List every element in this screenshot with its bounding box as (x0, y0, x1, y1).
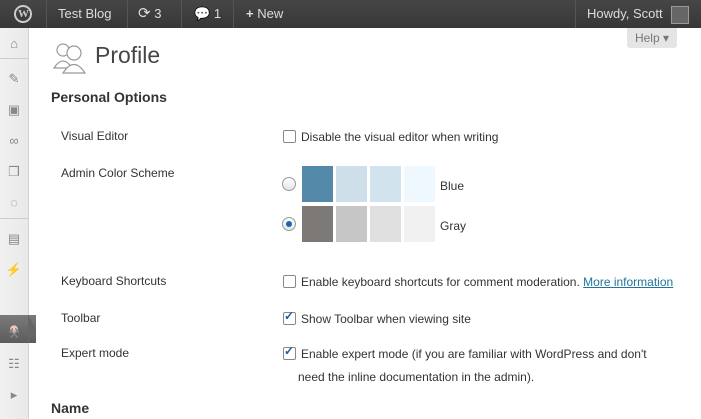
appearance-icon[interactable]: ▤ (5, 230, 23, 248)
keyboard-shortcuts-label: Keyboard Shortcuts (61, 274, 167, 288)
toolbar-divider (233, 0, 234, 28)
show-toolbar-checkbox[interactable] (283, 309, 296, 325)
blue-swatch-3 (370, 166, 401, 202)
avatar[interactable] (671, 6, 689, 24)
admin-toolbar: Test Blog ⟳ 3 💬 1 + New Howdy, Scott (0, 0, 701, 28)
menu-separator (0, 218, 28, 219)
comments-count: 1 (213, 6, 222, 21)
new-content-link[interactable]: + New (246, 0, 283, 28)
keyboard-shortcuts-text: Enable keyboard shortcuts for comment mo… (301, 275, 580, 289)
my-account-link[interactable]: Howdy, Scott (587, 0, 663, 28)
plugins-icon[interactable]: ⚡ (5, 261, 23, 279)
keyboard-shortcuts-checkbox[interactable] (283, 275, 296, 288)
blue-swatch-4 (404, 166, 435, 202)
visual-editor-option[interactable]: Disable the visual editor when writing (283, 130, 498, 144)
more-information-link[interactable]: More information (583, 275, 673, 289)
toolbar-divider (181, 0, 182, 28)
expert-mode-text-line1: Enable expert mode (if you are familiar … (301, 347, 647, 361)
expert-mode-label: Expert mode (61, 346, 130, 360)
media-icon[interactable]: ▣ (5, 101, 23, 119)
settings-icon[interactable]: ☷ (5, 355, 23, 373)
blue-swatch-2 (336, 166, 367, 202)
updates-icon: ⟳ (138, 5, 151, 22)
page-title: Profile (95, 42, 161, 68)
toolbar-option[interactable]: Show Toolbar when viewing site (283, 309, 471, 326)
updates-count: 3 (154, 6, 162, 21)
updates-link[interactable]: ⟳ 3 (138, 0, 161, 28)
disable-visual-editor-text: Disable the visual editor when writing (301, 130, 499, 144)
comments-link[interactable]: 💬 1 (194, 0, 221, 28)
name-section-heading: Name (51, 400, 90, 416)
visual-editor-label: Visual Editor (61, 129, 129, 143)
expert-mode-text-line2: need the inline documentation in the adm… (298, 370, 535, 384)
color-scheme-blue-radio[interactable] (282, 177, 296, 191)
gray-swatch-2 (336, 206, 367, 242)
keyboard-shortcuts-option[interactable]: Enable keyboard shortcuts for comment mo… (283, 275, 673, 289)
admin-menu-sidebar: ⌂ ✎ ▣ ∞ ❒ ◌ ▤ ⚡ ☻ ⚒ ☷ ▸ (0, 28, 36, 419)
users-profile-icon (52, 43, 86, 74)
color-scheme-gray-radio[interactable] (282, 217, 296, 231)
disable-visual-editor-checkbox[interactable] (283, 130, 296, 143)
expert-mode-checkbox[interactable] (283, 344, 296, 360)
posts-pin-icon[interactable]: ✎ (5, 70, 23, 88)
new-label: New (257, 6, 284, 21)
pages-icon[interactable]: ❒ (5, 163, 23, 181)
dashboard-icon[interactable]: ⌂ (5, 35, 23, 53)
gray-swatch-3 (370, 206, 401, 242)
show-toolbar-text: Show Toolbar when viewing site (301, 312, 471, 326)
toolbar-divider (575, 0, 576, 28)
admin-color-scheme-label: Admin Color Scheme (61, 166, 175, 180)
toolbar-divider (46, 0, 47, 28)
toolbar-divider (127, 0, 128, 28)
collapse-menu-icon[interactable]: ▸ (5, 386, 23, 404)
gray-swatch-4 (404, 206, 435, 242)
plus-icon: + (246, 6, 254, 21)
tools-icon[interactable]: ⚒ (5, 325, 23, 343)
blue-scheme-name: Blue (440, 179, 465, 193)
toolbar-label: Toolbar (61, 311, 101, 325)
expert-mode-option[interactable]: Enable expert mode (if you are familiar … (283, 344, 647, 361)
site-name-link[interactable]: Test Blog (58, 0, 111, 28)
wordpress-logo-icon[interactable] (0, 0, 46, 28)
help-tab-button[interactable]: Help ▾ (627, 28, 677, 48)
links-icon[interactable]: ∞ (5, 132, 23, 150)
comment-bubble-icon: 💬 (194, 6, 211, 21)
personal-options-heading: Personal Options (51, 89, 167, 105)
blue-swatch-1 (302, 166, 333, 202)
comments-icon[interactable]: ◌ (5, 194, 23, 212)
menu-separator (0, 58, 28, 59)
gray-swatch-1 (302, 206, 333, 242)
gray-scheme-name: Gray (440, 219, 467, 233)
